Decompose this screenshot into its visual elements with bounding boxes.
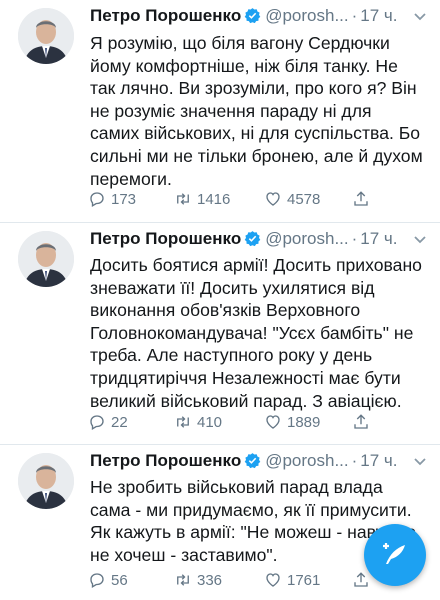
retweet-count: 336 — [197, 571, 223, 589]
reply-button[interactable]: 56 — [88, 571, 128, 589]
author-handle[interactable]: @porosh... — [265, 6, 348, 25]
author-name[interactable]: Петро Порошенко — [90, 451, 241, 470]
tweet-header: Петро Порошенко @porosh... · 17 ч. — [90, 229, 430, 253]
share-button[interactable] — [352, 413, 375, 431]
tweet-actions: 173 1416 4578 — [88, 190, 428, 212]
avatar[interactable] — [18, 8, 74, 64]
reply-count: 22 — [111, 413, 128, 431]
separator: · — [351, 229, 358, 248]
like-button[interactable]: 1761 — [264, 571, 320, 589]
share-button[interactable] — [352, 190, 375, 208]
chevron-down-icon[interactable] — [412, 231, 428, 247]
like-count: 4578 — [287, 190, 321, 208]
reply-icon — [90, 192, 104, 207]
separator: · — [351, 6, 358, 25]
timestamp[interactable]: 17 ч. — [360, 451, 397, 470]
verified-badge-icon — [244, 231, 261, 247]
verified-badge-icon — [244, 453, 261, 469]
retweet-button[interactable]: 1416 — [174, 190, 230, 208]
tweet[interactable]: Петро Порошенко @porosh... · 17 ч. Я розумі… — [0, 0, 440, 222]
heart-icon — [266, 415, 280, 429]
reply-button[interactable]: 173 — [88, 190, 136, 208]
retweet-icon — [177, 574, 189, 586]
avatar[interactable] — [18, 231, 74, 287]
tweet-text: Досить боятися армії! Досить приховано з… — [90, 255, 422, 411]
retweet-button[interactable]: 336 — [174, 571, 222, 589]
share-icon — [354, 572, 368, 587]
chevron-down-icon[interactable] — [412, 8, 428, 24]
author-name[interactable]: Петро Порошенко — [90, 229, 241, 248]
reply-count: 173 — [111, 190, 137, 208]
share-icon — [354, 414, 368, 429]
reply-icon — [90, 573, 104, 588]
reply-count: 56 — [111, 571, 128, 589]
verified-badge-icon — [244, 8, 261, 24]
compose-tweet-button[interactable] — [364, 524, 426, 586]
author-name[interactable]: Петро Порошенко — [90, 6, 241, 25]
tweet-header: Петро Порошенко @porosh... · 17 ч. — [90, 6, 430, 30]
timestamp[interactable]: 17 ч. — [360, 6, 397, 25]
tweet-header: Петро Порошенко @porosh... · 17 ч. — [90, 451, 430, 475]
reply-icon — [90, 415, 104, 430]
author-handle[interactable]: @porosh... — [265, 451, 348, 470]
retweet-icon — [177, 193, 189, 205]
separator: · — [351, 451, 358, 470]
share-icon — [354, 191, 368, 206]
like-count: 1761 — [287, 571, 321, 589]
author-handle[interactable]: @porosh... — [265, 229, 348, 248]
timestamp[interactable]: 17 ч. — [360, 229, 397, 248]
retweet-icon — [177, 416, 189, 428]
retweet-count: 410 — [197, 413, 223, 431]
reply-button[interactable]: 22 — [88, 413, 128, 431]
tweet[interactable]: Петро Порошенко @porosh... · 17 ч. Досить б… — [0, 223, 440, 444]
tweet-actions: 22 410 1889 — [88, 413, 428, 435]
like-button[interactable]: 4578 — [264, 190, 320, 208]
retweet-count: 1416 — [197, 190, 231, 208]
heart-icon — [266, 573, 280, 587]
retweet-button[interactable]: 410 — [174, 413, 222, 431]
compose-tweet-icon — [383, 543, 405, 564]
like-button[interactable]: 1889 — [264, 413, 320, 431]
tweet-text: Я розумію, що біля вагону Сердючки йому … — [90, 33, 423, 189]
like-count: 1889 — [287, 413, 321, 431]
chevron-down-icon[interactable] — [412, 453, 428, 469]
heart-icon — [266, 192, 280, 206]
avatar[interactable] — [18, 453, 74, 509]
